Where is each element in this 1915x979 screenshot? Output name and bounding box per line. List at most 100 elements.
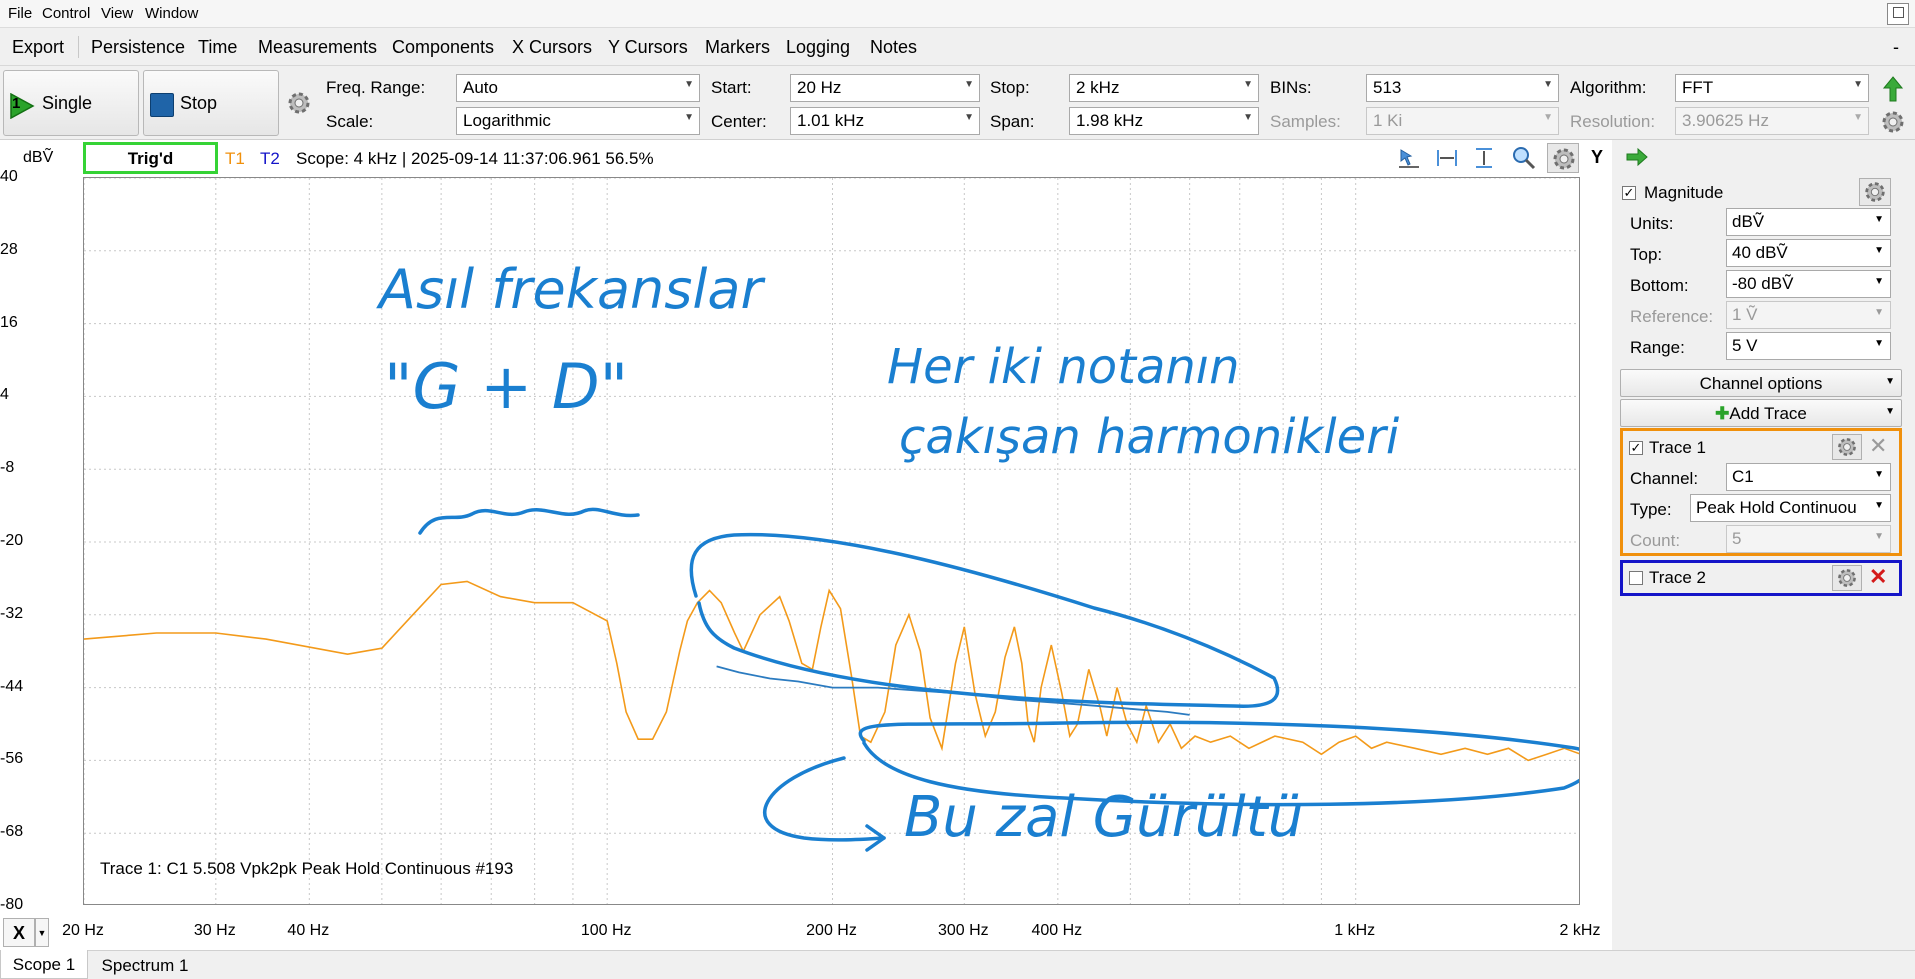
tab-x-cursors[interactable]: X Cursors [512,37,592,58]
bins-label: BINs: [1270,78,1312,97]
y-tick-label: -8 [0,459,15,477]
bins-value: 513 [1373,78,1402,97]
tab-spectrum-1[interactable]: Spectrum 1 [90,951,200,979]
chevron-down-icon: ▼ [1874,276,1884,287]
algorithm-select[interactable]: FFT ▼ [1675,74,1869,102]
tab-persistence[interactable]: Persistence [91,37,185,58]
x-tick-label: 400 Hz [1031,922,1083,939]
vertical-zoom-icon[interactable] [1472,146,1496,170]
chevron-down-icon: ▼ [1243,112,1253,123]
magnitude-checkbox[interactable]: ✓ [1622,186,1636,200]
plot-settings-button[interactable] [1547,143,1579,173]
add-trace-button[interactable]: ✚Add Trace ▼ [1620,399,1902,427]
x-tick-label: 30 Hz [193,922,236,939]
trace1-channel-select[interactable]: C1 ▼ [1726,463,1891,491]
reference-label: Reference: [1630,307,1714,326]
x-tick-label: 100 Hz [580,922,632,939]
resolution-label: Resolution: [1570,112,1656,131]
tab-notes[interactable]: Notes [870,37,917,58]
units-value: dBṼ [1732,212,1765,231]
trace1-type-select[interactable]: Peak Hold Continuou ▼ [1690,494,1891,522]
top-select[interactable]: 40 dBṼ ▼ [1726,239,1891,267]
trace1-checkbox[interactable]: ✓ [1629,441,1643,455]
chevron-down-icon: ▼ [1885,376,1895,387]
bottom-value: -80 dBṼ [1732,274,1794,293]
horizontal-zoom-icon[interactable] [1435,146,1459,170]
reference-value: 1 Ṽ [1732,305,1758,324]
tab-markers[interactable]: Markers [705,37,770,58]
trace-info: Trace 1: C1 5.508 Vpk2pk Peak Hold Conti… [100,859,513,878]
start-input[interactable]: 20 Hz ▼ [790,74,980,102]
gear-icon [1838,569,1856,587]
channel-options-button[interactable]: Channel options ▼ [1620,369,1902,397]
bottom-select[interactable]: -80 dBṼ ▼ [1726,270,1891,298]
bottom-label: Bottom: [1630,276,1689,295]
tab-y-cursors[interactable]: Y Cursors [608,37,688,58]
chevron-down-icon: ▼ [684,112,694,123]
stop-freq-input[interactable]: 2 kHz ▼ [1069,74,1259,102]
center-input[interactable]: 1.01 kHz ▼ [790,107,980,135]
tab-measurements[interactable]: Measurements [258,37,377,58]
span-input[interactable]: 1.98 kHz ▼ [1069,107,1259,135]
chevron-down-icon: ▼ [1853,79,1863,90]
menu-control[interactable]: Control [42,5,90,22]
annotation-text: Asıl frekanslar "G + D" Her iki notanın … [376,258,1400,850]
freq-range-select[interactable]: Auto ▼ [456,74,700,102]
chevron-down-icon: ▼ [1853,112,1863,123]
freq-range-value: Auto [463,78,498,97]
trigger-status: Trig'd [83,142,218,174]
chevron-down-icon: ▼ [1874,214,1884,225]
trace2-panel: Trace 2 ✕ [1620,560,1902,596]
trace1-settings-button[interactable] [1832,434,1862,460]
trace1-tag[interactable]: T1 [225,149,245,169]
trace2-tag[interactable]: T2 [260,149,280,169]
chevron-down-icon: ▼ [964,112,974,123]
menu-view[interactable]: View [101,5,133,22]
x-axis-button[interactable]: X [3,918,35,947]
trace1-count-select: 5 ▼ [1726,525,1891,553]
single-label: Single [42,93,93,113]
x-tick-label: 1 kHz [1334,922,1376,939]
resolution-value: 3.90625 Hz [1682,111,1769,130]
chevron-down-icon: ▼ [684,79,694,90]
units-select[interactable]: dBṼ ▼ [1726,208,1891,236]
select-cursor-icon[interactable] [1397,146,1421,170]
tab-time[interactable]: Time [198,37,237,58]
menu-bar: File Control View Window [0,0,1915,28]
chevron-down-icon[interactable]: ▼ [35,918,49,947]
trace1-count-value: 5 [1732,529,1742,548]
chevron-down-icon: ▼ [1243,79,1253,90]
menu-window[interactable]: Window [145,5,198,22]
range-select[interactable]: 5 V ▼ [1726,332,1891,360]
span-label: Span: [990,112,1035,131]
maximize-icon[interactable] [1887,3,1909,25]
x-tick-label: 40 Hz [287,922,330,939]
magnifier-icon[interactable] [1511,145,1537,171]
gear-icon[interactable] [1880,109,1906,135]
menu-file[interactable]: File [8,5,32,22]
tab-components[interactable]: Components [392,37,494,58]
chevron-down-icon: ▼ [1874,307,1884,318]
bins-select[interactable]: 513 ▼ [1366,74,1559,102]
y-tick-label: 40 [0,168,18,185]
trace2-close-icon[interactable]: ✕ [1869,564,1887,590]
tab-logging[interactable]: Logging [786,37,850,58]
gear-icon[interactable] [286,90,312,116]
scale-select[interactable]: Logarithmic ▼ [456,107,700,135]
stop-button[interactable]: Stop [143,70,279,136]
center-label: Center: [711,112,767,131]
tab-scope-1[interactable]: Scope 1 [0,950,88,979]
trace2-settings-button[interactable] [1832,565,1862,591]
trace2-checkbox[interactable] [1629,571,1643,585]
magnitude-settings-button[interactable] [1859,178,1891,206]
single-button[interactable]: 1 Single [3,70,139,136]
y-axis-button[interactable]: Y [1584,143,1610,173]
trace1-close-icon[interactable]: ✕ [1869,433,1887,459]
tab-export[interactable]: Export [12,37,64,58]
arrow-up-icon[interactable] [1883,76,1903,102]
tabs-minimize-button[interactable]: - [1893,37,1899,58]
annotation-text-5: Bu zal Gürültü [904,785,1303,850]
start-value: 20 Hz [797,78,842,97]
spectrum-chart[interactable]: Asıl frekanslar "G + D" Her iki notanın … [83,177,1580,905]
arrow-right-icon[interactable] [1626,147,1648,167]
